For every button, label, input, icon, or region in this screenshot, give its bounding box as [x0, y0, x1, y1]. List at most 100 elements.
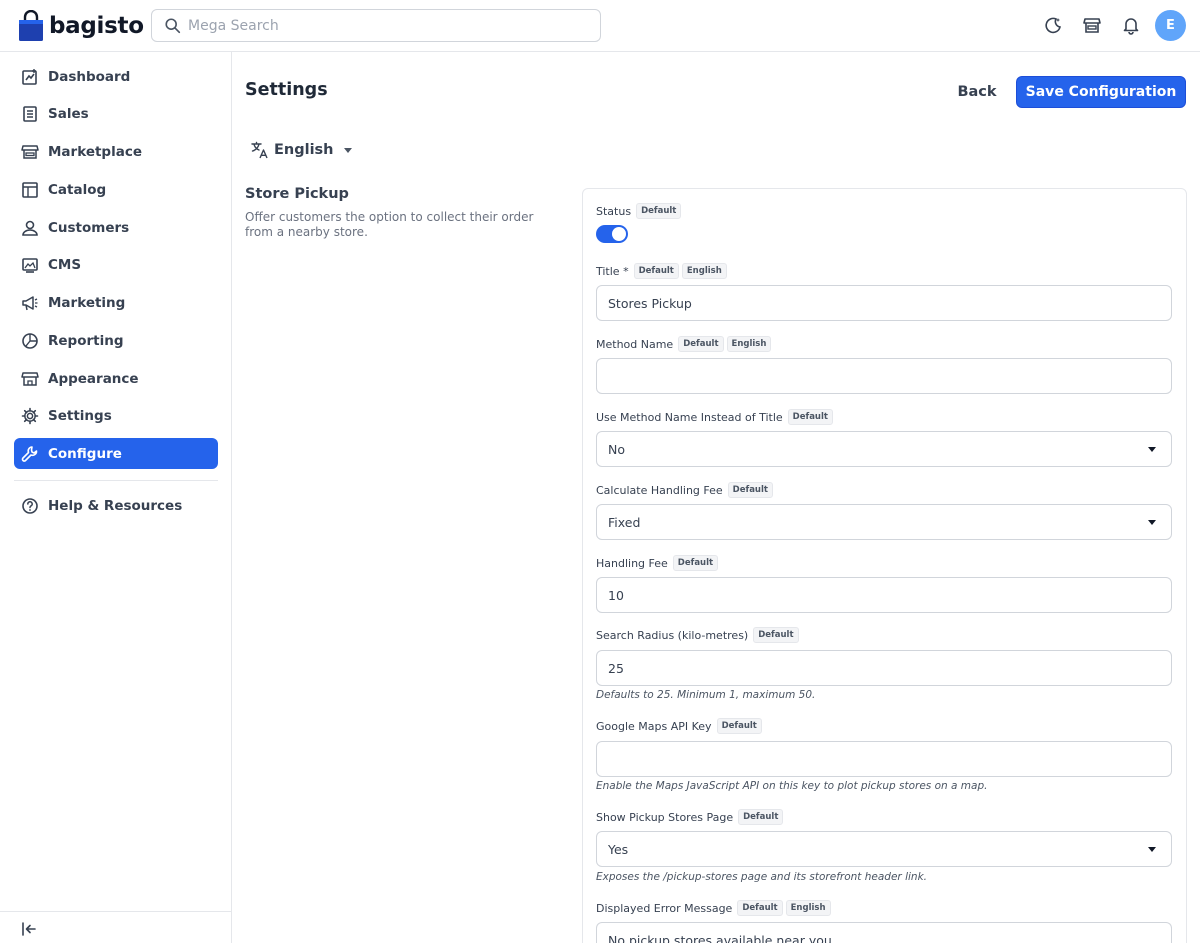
sidebar-footer-divider: [0, 911, 231, 912]
notification-bell-icon[interactable]: [1120, 14, 1142, 36]
select-value: Yes: [608, 841, 629, 857]
default-badge: Default: [738, 809, 784, 825]
handling-type-select[interactable]: Fixed: [596, 504, 1172, 540]
english-badge: English: [785, 900, 831, 916]
default-badge: Default: [716, 718, 762, 734]
sidebar-item-appearance[interactable]: Appearance: [14, 363, 218, 394]
catalog-icon: [20, 180, 40, 200]
english-badge: English: [681, 263, 727, 279]
sidebar-item-configure[interactable]: Configure: [14, 438, 218, 469]
error-message-input[interactable]: No pickup stores available near you.: [596, 922, 1172, 943]
input-value: No pickup stores available near you.: [608, 933, 836, 943]
sidebar-item-marketing[interactable]: Marketing: [14, 287, 218, 318]
storefront-icon[interactable]: [1081, 14, 1103, 36]
collapse-sidebar-icon[interactable]: [18, 918, 40, 940]
show-page-label-text: Show Pickup Stores Page: [596, 810, 734, 824]
search-radius-label-text: Search Radius (kilo-metres): [596, 628, 749, 642]
error-message-label: Displayed Error Message Default English: [596, 900, 831, 916]
brand-name: bagisto: [49, 13, 144, 39]
show-page-select[interactable]: Yes: [596, 831, 1172, 867]
method-name-label-text: Method Name: [596, 337, 674, 351]
back-button[interactable]: Back: [948, 78, 1006, 106]
sidebar-item-help[interactable]: Help & Resources: [14, 490, 218, 521]
sidebar-item-label: Customers: [48, 219, 130, 236]
dark-mode-icon[interactable]: [1042, 14, 1064, 36]
chevron-down-icon: [1148, 447, 1156, 452]
title-input[interactable]: Stores Pickup: [596, 285, 1172, 321]
cms-icon: [20, 255, 40, 275]
dashboard-icon: [20, 67, 40, 87]
use-method-name-label: Use Method Name Instead of Title Default: [596, 409, 833, 425]
help-icon: [20, 496, 40, 516]
maps-key-input[interactable]: [596, 741, 1172, 777]
sidebar-item-dashboard[interactable]: Dashboard: [14, 61, 218, 92]
use-method-name-label-text: Use Method Name Instead of Title: [596, 410, 783, 424]
sidebar-item-cms[interactable]: CMS: [14, 249, 218, 280]
section-description: Offer customers the option to collect th…: [245, 210, 534, 239]
save-configuration-button[interactable]: Save Configuration: [1016, 76, 1186, 108]
sidebar-item-catalog[interactable]: Catalog: [14, 174, 218, 205]
top-bar: bagisto E: [0, 0, 1200, 52]
user-avatar[interactable]: E: [1155, 10, 1186, 41]
handling-fee-label-text: Handling Fee: [596, 556, 668, 570]
sidebar-item-label: Reporting: [48, 332, 124, 349]
chevron-down-icon: [1148, 847, 1156, 852]
method-name-label: Method Name Default English: [596, 336, 772, 352]
sidebar-item-label: Help & Resources: [48, 497, 183, 514]
mega-search[interactable]: [151, 9, 601, 42]
handling-type-label: Calculate Handling Fee Default: [596, 482, 773, 498]
settings-icon: [20, 406, 40, 426]
title-label-text: Title *: [596, 264, 629, 278]
default-badge: Default: [672, 555, 719, 571]
locale-label: English: [274, 142, 334, 158]
customers-icon: [20, 218, 40, 238]
toggle-knob: [612, 227, 626, 241]
search-input[interactable]: [188, 17, 568, 34]
reporting-icon: [20, 331, 40, 351]
sidebar-item-label: Catalog: [48, 181, 107, 198]
show-page-label: Show Pickup Stores Page Default: [596, 809, 784, 825]
status-label-text: Status: [596, 204, 632, 218]
sidebar-item-label: Marketing: [48, 294, 126, 311]
use-method-name-select[interactable]: No: [596, 431, 1172, 467]
sidebar-item-reporting[interactable]: Reporting: [14, 325, 218, 356]
translate-icon: [251, 141, 268, 159]
show-page-hint: Exposes the /pickup-stores page and its …: [596, 871, 927, 883]
sidebar-item-settings[interactable]: Settings: [14, 400, 218, 431]
sidebar-item-marketplace[interactable]: Marketplace: [14, 136, 218, 167]
error-message-label-text: Displayed Error Message: [596, 901, 733, 915]
method-name-input[interactable]: [596, 358, 1172, 394]
sidebar: Dashboard Sales Marketplace Catalog Cust…: [0, 52, 232, 943]
default-badge: Default: [633, 263, 679, 279]
handling-fee-label: Handling Fee Default: [596, 555, 719, 571]
sidebar-item-customers[interactable]: Customers: [14, 212, 218, 243]
default-badge: Default: [678, 336, 724, 352]
maps-key-label-text: Google Maps API Key: [596, 719, 712, 733]
status-toggle[interactable]: [596, 225, 628, 243]
maps-key-label: Google Maps API Key Default: [596, 718, 762, 734]
search-radius-label: Search Radius (kilo-metres) Default: [596, 627, 799, 643]
sidebar-item-label: Sales: [48, 105, 89, 122]
handling-fee-input[interactable]: 10: [596, 577, 1172, 613]
section-title: Store Pickup: [245, 186, 349, 202]
status-label: Status Default: [596, 203, 682, 219]
locale-switcher[interactable]: English: [250, 138, 352, 162]
handling-type-label-text: Calculate Handling Fee: [596, 483, 723, 497]
default-badge: Default: [753, 627, 799, 643]
bagisto-logo[interactable]: bagisto: [18, 9, 144, 43]
marketplace-icon: [20, 142, 40, 162]
select-value: No: [608, 441, 625, 457]
sidebar-divider: [14, 480, 218, 481]
select-value: Fixed: [608, 514, 641, 530]
sidebar-item-label: Marketplace: [48, 143, 142, 160]
chevron-down-icon: [1148, 520, 1156, 525]
default-badge: Default: [727, 482, 773, 498]
default-badge: Default: [737, 900, 783, 916]
default-badge: Default: [787, 409, 833, 425]
search-radius-input[interactable]: 25: [596, 650, 1172, 686]
sidebar-item-sales[interactable]: Sales: [14, 98, 218, 129]
maps-key-hint: Enable the Maps JavaScript API on this k…: [596, 780, 988, 792]
sidebar-item-label: Settings: [48, 407, 112, 424]
sidebar-item-label: Configure: [48, 445, 122, 462]
configure-icon: [20, 444, 40, 464]
